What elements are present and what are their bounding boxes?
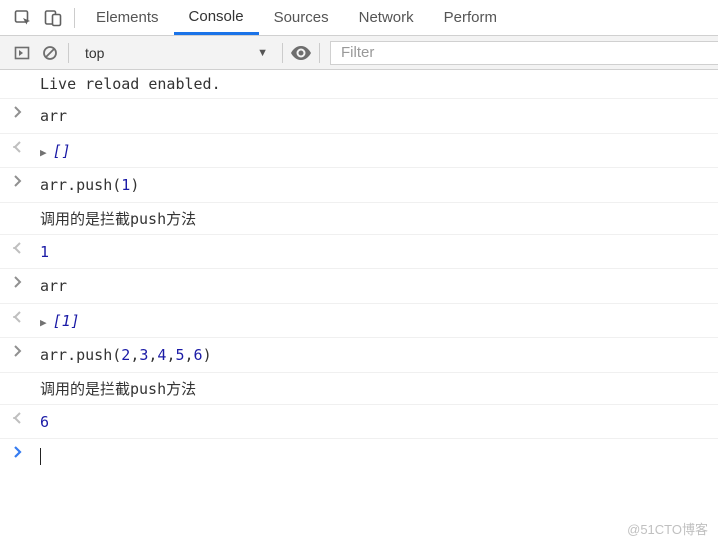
output-value[interactable]: ▶[1] [30, 309, 718, 333]
output-marker-icon [6, 410, 30, 424]
text-cursor [40, 448, 41, 465]
devtools-tabbar: Elements Console Sources Network Perform [0, 0, 718, 36]
log-text: 调用的是拦截push方法 [40, 208, 196, 229]
context-selector[interactable]: top ▼ [73, 41, 278, 65]
console-log-line: 调用的是拦截push方法 [0, 203, 718, 235]
console-input-line: arr [0, 99, 718, 134]
device-toggle-icon[interactable] [38, 0, 68, 36]
output-value: 6 [30, 410, 718, 434]
console-output: Live reload enabled. arr ▶[] arr.push(1)… [0, 70, 718, 473]
tab-sources[interactable]: Sources [259, 0, 344, 35]
input-code: arr [30, 104, 718, 128]
console-input-line: arr [0, 269, 718, 304]
log-text: 调用的是拦截push方法 [40, 378, 196, 399]
separator [68, 43, 69, 63]
console-output-line: ▶[1] [0, 304, 718, 339]
inspect-icon[interactable] [8, 0, 38, 36]
filter-placeholder: Filter [341, 44, 374, 61]
separator [282, 43, 283, 63]
sidebar-toggle-icon[interactable] [8, 36, 36, 70]
console-log-line: Live reload enabled. [0, 70, 718, 99]
input-marker-icon [6, 343, 30, 357]
console-log-line: 调用的是拦截push方法 [0, 373, 718, 405]
watermark: @51CTO博客 [627, 519, 708, 538]
tab-elements[interactable]: Elements [81, 0, 174, 35]
console-input-line: arr.push(2,3,4,5,6) [0, 338, 718, 373]
disclosure-triangle-icon[interactable]: ▶ [40, 315, 47, 332]
tab-performance[interactable]: Perform [429, 0, 512, 35]
prompt-input[interactable] [30, 444, 718, 468]
chevron-down-icon: ▼ [257, 47, 268, 59]
tab-network[interactable]: Network [344, 0, 429, 35]
input-code: arr [30, 274, 718, 298]
console-toolbar: top ▼ Filter [0, 36, 718, 70]
log-text: Live reload enabled. [40, 75, 221, 93]
tab-console[interactable]: Console [174, 0, 259, 35]
filter-input[interactable]: Filter [330, 41, 718, 65]
live-expression-icon[interactable] [287, 36, 315, 70]
input-marker-icon [6, 104, 30, 118]
input-marker-icon [6, 173, 30, 187]
console-output-line: ▶[] [0, 134, 718, 169]
input-marker-icon [6, 274, 30, 288]
prompt-marker-icon [6, 444, 30, 458]
input-code: arr.push(2,3,4,5,6) [30, 343, 718, 367]
output-marker-icon [6, 240, 30, 254]
output-marker-icon [6, 139, 30, 153]
console-output-line: 6 [0, 405, 718, 440]
separator [319, 43, 320, 63]
output-value: 1 [30, 240, 718, 264]
console-input-line: arr.push(1) [0, 168, 718, 203]
output-value[interactable]: ▶[] [30, 139, 718, 163]
clear-console-icon[interactable] [36, 36, 64, 70]
input-code: arr.push(1) [30, 173, 718, 197]
separator [74, 8, 75, 28]
console-output-line: 1 [0, 235, 718, 270]
output-marker-icon [6, 309, 30, 323]
context-label: top [85, 45, 104, 61]
disclosure-triangle-icon[interactable]: ▶ [40, 145, 47, 162]
tabs: Elements Console Sources Network Perform [81, 0, 512, 35]
console-prompt-line[interactable] [0, 439, 718, 473]
